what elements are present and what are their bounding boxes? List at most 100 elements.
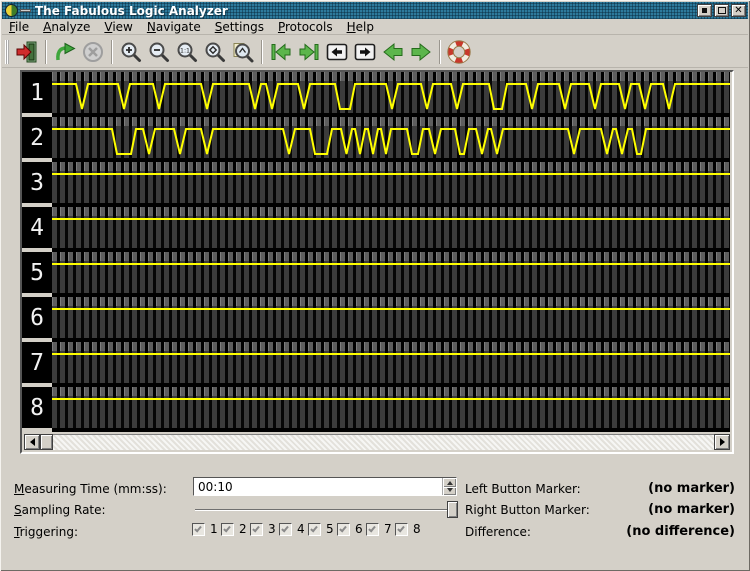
- trigger-item-2: 2: [221, 522, 250, 536]
- measuring-time-field: [193, 477, 457, 496]
- exit-button[interactable]: [13, 38, 41, 66]
- go-to-end-button[interactable]: [295, 38, 323, 66]
- step-left-icon: [381, 40, 405, 64]
- menu-bar: File Analyze View Navigate Settings Prot…: [2, 19, 748, 35]
- measuring-time-input[interactable]: [194, 478, 442, 495]
- step-right-icon: [409, 40, 433, 64]
- trace-svg: [52, 297, 730, 342]
- channel-row: 6: [22, 297, 732, 342]
- zoom-fit-icon: [203, 40, 227, 64]
- triggering-label: Triggering:: [14, 525, 78, 539]
- toolbar-grip[interactable]: [5, 40, 9, 64]
- trigger-checkbox-6[interactable]: [337, 523, 350, 536]
- close-icon: ✕: [734, 6, 742, 16]
- zoom-out-button[interactable]: [145, 38, 173, 66]
- menu-navigate[interactable]: Navigate: [140, 19, 208, 35]
- channel-row: 5: [22, 252, 732, 297]
- channel-label-3: 3: [22, 162, 52, 203]
- spin-up-button[interactable]: [443, 478, 456, 487]
- page-right-button[interactable]: [351, 38, 379, 66]
- toolbar: 1:1: [2, 36, 748, 68]
- trigger-item-3: 3: [250, 522, 279, 536]
- channel-row: 4: [22, 207, 732, 252]
- zoom-fit-button[interactable]: [201, 38, 229, 66]
- channel-label-4: 4: [22, 207, 52, 248]
- channel-waveform-6[interactable]: [52, 297, 730, 342]
- channel-waveform-8[interactable]: [52, 387, 730, 432]
- slider-groove[interactable]: [195, 509, 452, 511]
- scroll-left-button[interactable]: [24, 434, 40, 450]
- channel-waveform-3[interactable]: [52, 162, 730, 207]
- channel-waveform-5[interactable]: [52, 252, 730, 297]
- svg-text:1:1: 1:1: [180, 47, 190, 54]
- scrollbar-thumb[interactable]: [40, 434, 53, 450]
- channel-label-8: 8: [22, 387, 52, 428]
- channel-row: 2: [22, 117, 732, 162]
- trace-svg: [52, 342, 730, 387]
- horizontal-scrollbar[interactable]: [24, 434, 730, 450]
- step-left-button[interactable]: [379, 38, 407, 66]
- page-left-button[interactable]: [323, 38, 351, 66]
- menu-settings[interactable]: Settings: [208, 19, 271, 35]
- help-button[interactable]: [445, 38, 473, 66]
- trigger-checkbox-2[interactable]: [221, 523, 234, 536]
- channel-label-5: 5: [22, 252, 52, 293]
- restart-sampling-button[interactable]: [51, 38, 79, 66]
- maximize-button[interactable]: [714, 4, 729, 17]
- zoom-in-button[interactable]: [117, 38, 145, 66]
- menu-view[interactable]: View: [97, 19, 139, 35]
- title-bar[interactable]: The Fabulous Logic Analyzer ✕: [2, 2, 748, 19]
- page-right-icon: [353, 40, 377, 64]
- trigger-checkbox-3[interactable]: [250, 523, 263, 536]
- menu-file[interactable]: File: [2, 19, 36, 35]
- trigger-item-4: 4: [279, 522, 308, 536]
- channel-waveform-7[interactable]: [52, 342, 730, 387]
- menu-protocols[interactable]: Protocols: [271, 19, 340, 35]
- app-window: The Fabulous Logic Analyzer ✕ File Analy…: [0, 0, 750, 571]
- app-icon: [5, 4, 31, 17]
- channel-row: 7: [22, 342, 732, 387]
- stop-sampling-button: [79, 38, 107, 66]
- trace-svg: [52, 117, 730, 162]
- exit-door-icon: [15, 40, 39, 64]
- trigger-checkbox-4[interactable]: [279, 523, 292, 536]
- trigger-checkbox-8[interactable]: [395, 523, 408, 536]
- zoom-original-button[interactable]: 1:1: [173, 38, 201, 66]
- trigger-checkbox-5[interactable]: [308, 523, 321, 536]
- toolbar-separator: [111, 40, 113, 64]
- spin-down-button[interactable]: [443, 487, 456, 496]
- channel-waveform-1[interactable]: [52, 72, 730, 117]
- go-to-start-button[interactable]: [267, 38, 295, 66]
- minimize-button[interactable]: [697, 4, 712, 17]
- zoom-selection-icon: [231, 40, 255, 64]
- channel-waveform-2[interactable]: [52, 117, 730, 162]
- close-button[interactable]: ✕: [731, 4, 746, 17]
- go-to-start-icon: [269, 40, 293, 64]
- trigger-number-label: 7: [384, 522, 392, 536]
- trigger-checkbox-7[interactable]: [366, 523, 379, 536]
- menu-analyze[interactable]: Analyze: [36, 19, 97, 35]
- channel-waveform-4[interactable]: [52, 207, 730, 252]
- sampling-rate-label: Sampling Rate:: [14, 503, 106, 517]
- trigger-checkbox-1[interactable]: [192, 523, 205, 536]
- stop-disabled-icon: [81, 40, 105, 64]
- checkmark-icon: [194, 524, 202, 532]
- channel-row: 3: [22, 162, 732, 207]
- zoom-selection-button[interactable]: [229, 38, 257, 66]
- window-title: The Fabulous Logic Analyzer: [35, 4, 228, 18]
- life-buoy-icon: [447, 40, 471, 64]
- difference-label: Difference:: [465, 525, 531, 539]
- scroll-right-button[interactable]: [714, 434, 730, 450]
- trigger-number-label: 4: [297, 522, 305, 536]
- channel-label-1: 1: [22, 72, 52, 113]
- sampling-rate-slider: [195, 501, 458, 518]
- channel-label-2: 2: [22, 117, 52, 158]
- scrollbar-trough[interactable]: [53, 434, 714, 450]
- slider-handle[interactable]: [447, 501, 458, 518]
- step-right-button[interactable]: [407, 38, 435, 66]
- zoom-in-icon: [119, 40, 143, 64]
- checkmark-icon: [397, 524, 405, 532]
- toolbar-separator: [45, 40, 47, 64]
- menu-help[interactable]: Help: [340, 19, 381, 35]
- checkmark-icon: [252, 524, 260, 532]
